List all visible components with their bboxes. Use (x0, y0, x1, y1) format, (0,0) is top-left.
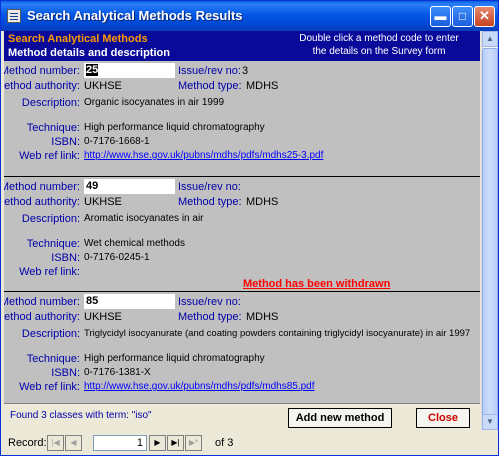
technique-value: High performance liquid chromatography (84, 122, 265, 133)
close-button[interactable]: Close (416, 408, 470, 428)
window-title: Search Analytical Methods Results (27, 8, 243, 23)
issue-rev-label: Issue/rev no: (178, 65, 241, 77)
new-record-icon: ▶* (188, 438, 199, 447)
new-record-button[interactable]: ▶* (185, 435, 202, 451)
method-authority-value: UKHSE (84, 196, 122, 208)
last-record-button[interactable]: ▶| (167, 435, 184, 451)
form-content: Search Analytical Methods Method details… (4, 31, 480, 430)
record-total: of 3 (215, 437, 234, 449)
isbn-label: ISBN: (51, 136, 80, 148)
method-type-value: MDHS (246, 311, 279, 323)
method-authority-label: Method authority: (4, 196, 80, 208)
method-type-label: Method type: (178, 311, 242, 323)
last-icon: ▶| (171, 438, 180, 447)
form-header: Search Analytical Methods Method details… (4, 31, 480, 61)
method-number-label: Method number: (4, 181, 80, 193)
search-results-window: Search Analytical Methods Results ▬ □ ✕ … (0, 0, 499, 456)
close-icon: ✕ (479, 8, 490, 23)
current-record-field[interactable]: 1 (93, 435, 147, 451)
web-ref-label: Web ref link: (19, 150, 80, 162)
technique-value: High performance liquid chromatography (84, 353, 265, 364)
method-number-label: Method number: (4, 296, 80, 308)
web-ref-link[interactable]: http://www.hse.gov.uk/pubns/mdhs/pdfs/md… (84, 381, 315, 392)
technique-label: Technique: (26, 353, 80, 365)
issue-rev-label: Issue/rev no: (178, 181, 241, 193)
previous-record-button[interactable]: ◀ (65, 435, 82, 451)
header-title: Search Analytical Methods (8, 33, 148, 45)
search-result-count: Found 3 classes with term: "iso" (10, 410, 152, 421)
technique-label: Technique: (26, 238, 80, 250)
description-value: Triglycidyl isocyanurate (and coating po… (84, 328, 471, 339)
method-authority-label: Method authority: (4, 80, 80, 92)
technique-value: Wet chemical methods (84, 238, 185, 249)
header-subtitle: Method details and description (8, 47, 170, 59)
description-value: Aromatic isocyanates in air (84, 213, 204, 224)
method-type-label: Method type: (178, 196, 242, 208)
form-icon (7, 9, 21, 23)
arrow-down-icon: ▼ (486, 417, 494, 426)
method-record: Method number: 85 Issue/rev no: Method a… (4, 291, 480, 407)
method-code-value: 49 (86, 180, 99, 192)
minimize-button[interactable]: ▬ (430, 6, 451, 27)
technique-label: Technique: (26, 122, 80, 134)
description-label: Description: (21, 213, 80, 225)
method-record: Method number: 49 Issue/rev no: Method a… (4, 176, 480, 292)
title-bar[interactable]: Search Analytical Methods Results ▬ □ ✕ (1, 1, 498, 31)
method-record: Method number: 25 Issue/rev no: 3 Method… (4, 61, 480, 177)
web-ref-label: Web ref link: (19, 266, 80, 278)
header-instruction: Double click a method code to enter the … (299, 33, 459, 57)
close-window-button[interactable]: ✕ (474, 6, 495, 27)
isbn-label: ISBN: (51, 367, 80, 379)
previous-icon: ◀ (70, 438, 77, 447)
record-label: Record: (8, 437, 47, 449)
maximize-icon: □ (458, 9, 467, 23)
record-navigation: Record: |◀ ◀ 1 ▶ ▶| ▶* of 3 (1, 432, 498, 455)
isbn-label: ISBN: (51, 252, 80, 264)
method-type-label: Method type: (178, 80, 242, 92)
scroll-down-button[interactable]: ▼ (482, 414, 498, 430)
method-authority-value: UKHSE (84, 311, 122, 323)
description-label: Description: (21, 97, 80, 109)
method-code-field[interactable]: 85 (84, 294, 175, 309)
description-value: Organic isocyanates in air 1999 (84, 97, 225, 108)
isbn-value: 0-7176-0245-1 (84, 252, 150, 263)
method-code-value: 85 (86, 295, 99, 307)
method-code-field[interactable]: 49 (84, 179, 175, 194)
form-footer: Found 3 classes with term: "iso" Add new… (4, 403, 480, 430)
add-new-method-button[interactable]: Add new method (288, 408, 392, 428)
first-icon: |◀ (51, 438, 60, 447)
next-record-button[interactable]: ▶ (149, 435, 166, 451)
method-code-field[interactable]: 25 (84, 63, 175, 78)
isbn-value: 0-7176-1668-1 (84, 136, 150, 147)
method-code-value: 25 (86, 64, 99, 76)
withdrawn-notice: Method has been withdrawn (243, 278, 391, 290)
scroll-thumb[interactable] (482, 48, 498, 419)
method-authority-value: UKHSE (84, 80, 122, 92)
web-ref-label: Web ref link: (19, 381, 80, 393)
vertical-scrollbar[interactable]: ▲ ▼ (481, 31, 498, 430)
maximize-button[interactable]: □ (452, 6, 473, 27)
issue-rev-label: Issue/rev no: (178, 296, 241, 308)
description-label: Description: (21, 328, 80, 340)
first-record-button[interactable]: |◀ (47, 435, 64, 451)
next-icon: ▶ (154, 438, 161, 447)
issue-rev-value: 3 (242, 65, 249, 77)
minimize-icon: ▬ (434, 9, 447, 23)
isbn-value: 0-7176-1381-X (84, 367, 151, 378)
web-ref-link[interactable]: http://www.hse.gov.uk/pubns/mdhs/pdfs/md… (84, 150, 323, 161)
method-authority-label: Method authority: (4, 311, 80, 323)
method-type-value: MDHS (246, 196, 279, 208)
scroll-up-button[interactable]: ▲ (482, 31, 498, 47)
arrow-up-icon: ▲ (486, 34, 494, 43)
method-number-label: Method number: (4, 65, 80, 77)
method-type-value: MDHS (246, 80, 279, 92)
